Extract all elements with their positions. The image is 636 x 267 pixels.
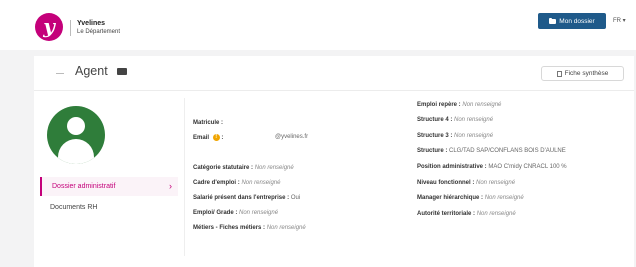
field-value: Non renseigné (462, 102, 502, 108)
field-label: Cadre d'emploi : (193, 180, 240, 186)
field-structure: Structure : CLG/TAD SAP/CONFLANS BOIS D'… (417, 148, 566, 154)
field-value: Non renseigné (254, 165, 294, 171)
field-value: Non renseigné (454, 133, 494, 139)
column-divider (184, 98, 185, 256)
field-label: Structure 3 : (417, 133, 453, 139)
field-manager-hierarchique: Manager hiérarchique : Non renseigné (417, 195, 524, 201)
field-label: Structure 4 : (417, 117, 453, 123)
page-title: Agent (75, 64, 108, 78)
fiche-synthese-label: Fiche synthèse (564, 70, 609, 77)
field-salarie-present: Salarié présent dans l'entreprise : Oui (193, 195, 300, 201)
document-icon (556, 70, 562, 77)
field-value: Non renseigné (239, 210, 279, 216)
field-label: Emploi/ Grade : (193, 210, 238, 216)
field-emploi-repere: Emploi repère : Non renseigné (417, 102, 501, 108)
fiche-synthese-button[interactable]: Fiche synthèse (541, 66, 624, 81)
field-label: Structure : (417, 148, 448, 154)
field-label: Email (193, 135, 210, 142)
brand-subtitle: Le Département (77, 29, 121, 35)
field-label: Position administrative : (417, 164, 487, 170)
field-structure-3: Structure 3 : Non renseigné (417, 133, 493, 139)
field-value: Oui (290, 195, 301, 201)
field-label: Autorité territoriale : (417, 211, 476, 217)
top-bar: y Yvelines Le Département Mon dossier FR… (0, 0, 636, 50)
field-label: Emploi repère : (417, 102, 461, 108)
chevron-right-icon: › (169, 181, 172, 191)
agent-card: Agent Fiche synthèse Dossier administrat… (34, 56, 634, 267)
language-selector[interactable]: FR ▾ (613, 17, 626, 24)
field-matricule: Matricule : (193, 120, 223, 126)
field-value: @yvelines.fr (275, 134, 309, 140)
field-position-administrative: Position administrative : MAO C'midy CNR… (417, 164, 567, 170)
field-autorite-territoriale: Autorité territoriale : Non renseigné (417, 211, 516, 217)
field-label: Métiers - Fiches métiers : (193, 225, 266, 231)
field-value: Non renseigné (476, 211, 516, 217)
field-categorie-statutaire: Catégorie statutaire : Non renseigné (193, 165, 294, 171)
field-label: Niveau fonctionnel : (417, 180, 475, 186)
field-value: MAO C'midy CNRACL 100 % (488, 164, 567, 170)
avatar-body (58, 139, 94, 164)
field-value: CLG/TAD SAP/CONFLANS BOIS D'AULNE (449, 148, 566, 154)
sidebar-item-documents-rh[interactable]: Documents RH (40, 198, 178, 217)
field-label: Matricule : (193, 120, 224, 126)
folder-icon (549, 17, 557, 24)
field-value: Non renseigné (241, 180, 281, 186)
header-dash (56, 73, 64, 74)
field-separator: : (221, 135, 224, 142)
field-structure-4: Structure 4 : Non renseigné (417, 117, 493, 123)
sidebar-item-label: Documents RH (50, 204, 98, 211)
sidebar-item-dossier-administratif[interactable]: Dossier administratif › (40, 177, 178, 196)
field-niveau-fonctionnel: Niveau fonctionnel : Non renseigné (417, 180, 515, 186)
field-label: Salarié présent dans l'entreprise : (193, 195, 290, 201)
mon-dossier-label: Mon dossier (559, 17, 595, 25)
yvelines-logo[interactable]: y (35, 13, 63, 41)
field-cadre-emploi: Cadre d'emploi : Non renseigné (193, 180, 280, 186)
field-value: Non renseigné (484, 195, 524, 201)
warning-icon: ! (212, 134, 220, 141)
mail-icon[interactable] (117, 68, 127, 75)
field-label: Catégorie statutaire : (193, 165, 254, 171)
field-label: Manager hiérarchique : (417, 195, 484, 201)
brand-name: Yvelines (77, 20, 106, 27)
sidebar-item-label: Dossier administratif (52, 183, 116, 190)
field-email: Email ! : (193, 134, 223, 141)
field-value: Non renseigné (454, 117, 494, 123)
field-value: Non renseigné (266, 225, 306, 231)
user-avatar-icon (47, 106, 105, 164)
field-value: Non renseigné (476, 180, 516, 186)
brand: Yvelines Le Département (70, 20, 120, 36)
mon-dossier-button[interactable]: Mon dossier (538, 13, 606, 29)
email-value: @yvelines.fr (275, 134, 308, 140)
avatar-head (67, 117, 85, 135)
card-header: Agent Fiche synthèse (34, 56, 634, 91)
field-metiers: Métiers - Fiches métiers : Non renseigné (193, 225, 306, 231)
field-emploi-grade: Emploi/ Grade : Non renseigné (193, 210, 278, 216)
